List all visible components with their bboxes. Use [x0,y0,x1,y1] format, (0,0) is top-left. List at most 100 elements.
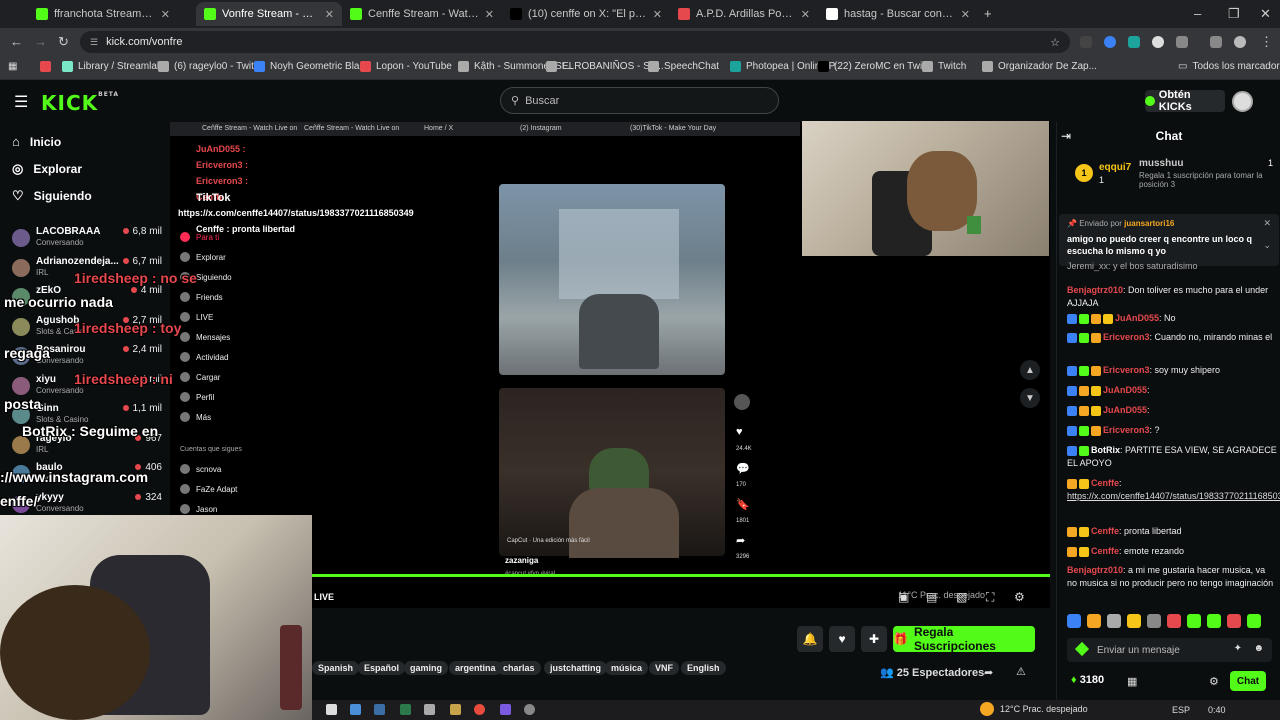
extension-icon[interactable] [1128,36,1140,48]
browser-tab[interactable]: (10) cenffe on X: "El pasado sab... ✕ [502,2,670,26]
chat-username[interactable]: JuAnD055 [1103,405,1147,415]
search-input[interactable]: ⚲ Buscar [500,87,779,114]
chrome-icon[interactable] [474,704,485,715]
emote-picker-icon[interactable]: ✦ [1234,643,1242,654]
emote-icon[interactable] [1127,614,1141,628]
browser-tab[interactable]: hastag - Buscar con Google ✕ [818,2,978,26]
chat-username[interactable]: Cenffe [1091,478,1119,488]
notifications-bell-button[interactable]: 🔔 [797,626,823,652]
reload-icon[interactable]: ↻ [58,34,69,50]
taskbar-app-icon[interactable] [400,704,411,715]
chat-username[interactable]: Benjagtrz010 [1067,565,1123,575]
store-icon[interactable]: ▦ [1127,675,1137,688]
taskbar-app-icon[interactable] [326,704,337,715]
fullscreen-icon[interactable]: ⛶ [986,590,994,605]
chat-username[interactable]: BotRix [1091,445,1120,455]
all-bookmarks-button[interactable]: ▭ Todos los marcadores [1178,61,1280,72]
sidebar-nav-inicio[interactable]: ⌂ Inicio [12,134,61,149]
expand-pinned-icon[interactable]: ⌄ [1263,240,1271,251]
tab-close-icon[interactable]: ✕ [485,8,494,21]
taskbar-app-icon[interactable] [450,704,461,715]
taskbar-app-icon[interactable] [374,704,385,715]
chat-username[interactable]: Cenffe [1091,546,1119,556]
theater-icon[interactable]: ▤ [926,590,937,604]
bookmark-item[interactable]: Organizador De Zap... [982,61,1097,72]
maximize-icon[interactable]: ❐ [1228,6,1240,22]
bookmark-star-icon[interactable]: ☆ [1050,36,1060,49]
emote-icon[interactable] [1247,614,1261,628]
bookmark-item[interactable]: Twitch [922,61,966,72]
sidebar-nav-explorar[interactable]: ◎ Explorar [12,161,82,177]
emote-icon[interactable] [1087,614,1101,628]
browser-tab[interactable]: A.P.D. Ardillas Por Doquier (Ver... ✕ [670,2,818,26]
taskbar-language[interactable]: ESP [1172,705,1190,715]
stream-tag[interactable]: charlas [497,661,541,675]
emote-icon[interactable] [1207,614,1221,628]
stream-tag[interactable]: Spanish [312,661,360,675]
forward-icon[interactable]: → [34,34,47,49]
bookmark-item[interactable]: ELROBANIÑOS - Su... [546,61,664,72]
points-balance[interactable]: ♦ 3180 [1071,674,1104,686]
bookmark-item[interactable]: Noyh Geometric Bla... [254,61,368,72]
user-avatar[interactable] [1232,91,1253,112]
bookmark-item[interactable]: Lopon - YouTube [360,61,452,72]
stream-tag[interactable]: música [605,661,649,675]
chat-username[interactable]: Ericveron3 [1103,365,1150,375]
settings-gear-icon[interactable]: ⚙ [1014,590,1025,604]
taskbar-app-icon[interactable] [500,704,511,715]
extension-icon[interactable] [1080,36,1092,48]
sub-gift-card[interactable]: musshuu 1 Regala 1 suscripción para toma… [1139,158,1279,198]
chevron-up-icon[interactable]: ▲ [1020,360,1040,380]
stream-tag[interactable]: VNF [649,661,679,675]
stream-tag[interactable]: Español [358,661,406,675]
browser-tab[interactable]: Vonfre Stream - Watch Live on Kick ✕ [196,2,342,26]
clip-icon[interactable]: ▧ [956,590,967,604]
chat-username[interactable]: Ericveron3 [1103,425,1150,435]
emote-icon[interactable] [1107,614,1121,628]
gift-subs-button[interactable]: 🎁 Regala Suscripciones [893,625,1035,653]
stream-tag[interactable]: gaming [404,661,449,675]
chevron-down-icon[interactable]: ▼ [1020,388,1040,408]
chat-username[interactable]: Cenffe [1091,526,1119,536]
taskbar-app-icon[interactable] [524,704,535,715]
stream-tag[interactable]: justchatting [544,661,607,675]
browser-tab[interactable]: Cenffe Stream - Watch Live on Kick ✕ [342,2,502,26]
extension-icon[interactable] [1104,36,1116,48]
sidebar-channel[interactable]: LACOBRAAA Conversando 6,8 mil [12,226,162,254]
extension-icon[interactable] [1152,36,1164,48]
unpin-icon[interactable]: ✕ [1263,218,1271,229]
chat-username[interactable]: JuAnD055 [1115,313,1159,323]
sidepanel-icon[interactable] [1210,36,1222,48]
emote-icon[interactable] [1227,614,1241,628]
emote-icon[interactable] [1147,614,1161,628]
stream-progress-bar[interactable] [312,574,1050,577]
follow-heart-button[interactable]: ♥ [829,626,855,652]
tab-close-icon[interactable]: ✕ [161,8,170,21]
close-window-icon[interactable]: ✕ [1260,6,1271,22]
profile-icon[interactable] [1234,36,1246,48]
bookmark-item[interactable] [40,61,56,72]
browser-menu-icon[interactable]: ⋮ [1260,34,1273,50]
tab-close-icon[interactable]: ✕ [961,8,970,21]
send-chat-button[interactable]: Chat [1230,671,1266,691]
taskbar-app-icon[interactable] [350,704,361,715]
chat-username[interactable]: JuAnD055 [1103,385,1147,395]
site-info-icon[interactable]: ☰ [90,37,98,48]
bookmark-item[interactable]: Library / Streamlabs [62,61,167,72]
minimize-icon[interactable]: – [1194,6,1201,21]
tab-close-icon[interactable]: ✕ [653,8,662,21]
bookmark-item[interactable]: SpeechChat [648,61,719,72]
taskbar-clock[interactable]: 0:40 [1208,705,1226,715]
chat-message-input[interactable]: Enviar un mensaje ✦ ☻ [1067,638,1272,662]
chat-username[interactable]: Ericveron3 [1103,332,1150,342]
sidebar-nav-siguiendo[interactable]: ♡ Siguiendo [12,188,92,204]
chat-link[interactable]: https://x.com/cenffe14407/status/1983377… [1067,491,1280,501]
apps-grid-icon[interactable]: ▦ [8,61,17,72]
stream-tag[interactable]: English [681,661,726,675]
back-icon[interactable]: ← [10,34,23,49]
bookmark-item[interactable]: (6) rageylo0 - Twitch [158,61,264,72]
kick-logo[interactable]: KICKBETA [41,91,119,115]
share-icon[interactable]: ➦ [984,666,993,679]
pinned-message[interactable]: 📌 Enviado por juansartori16 amigo no pue… [1059,214,1279,266]
tab-close-icon[interactable]: ✕ [325,8,334,21]
